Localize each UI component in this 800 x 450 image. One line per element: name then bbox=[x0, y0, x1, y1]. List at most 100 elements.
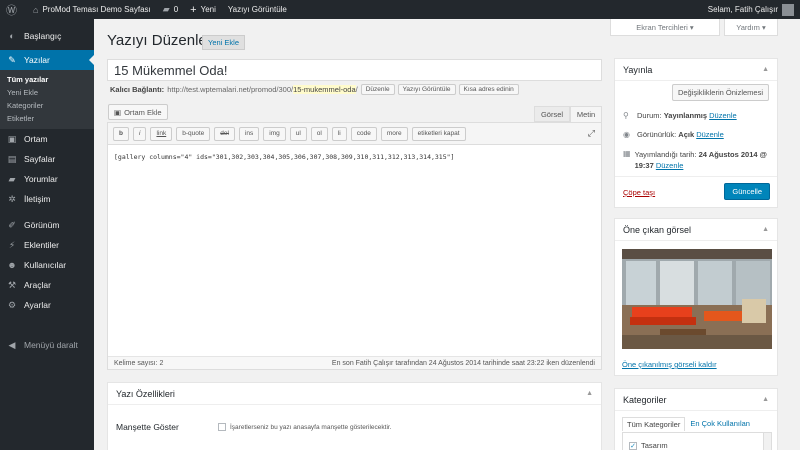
headline-checkbox[interactable] bbox=[218, 423, 226, 431]
add-new-button[interactable]: Yeni Ekle bbox=[202, 35, 245, 50]
menu-item-media[interactable]: ▣ Ortam bbox=[0, 129, 94, 149]
menu-item-comments[interactable]: ▰ Yorumlar bbox=[0, 169, 94, 189]
featured-image-title: Öne çıkan görsel bbox=[623, 224, 692, 235]
submenu-all-posts[interactable]: Tüm yazılar bbox=[0, 73, 94, 86]
move-to-trash-link[interactable]: Çöpe taşı bbox=[623, 188, 655, 197]
menu-item-contact[interactable]: ✲ İletişim bbox=[0, 189, 94, 209]
menu-label: Görünüm bbox=[24, 220, 60, 230]
editor-status-bar: Kelime sayısı: 2 En son Fatih Çalışır ta… bbox=[108, 356, 601, 369]
permalink-row: Kalıcı Bağlantı: http://test.wptemalari.… bbox=[110, 84, 519, 95]
qt-ol-button[interactable]: ol bbox=[310, 126, 328, 141]
menu-label: Başlangıç bbox=[24, 31, 62, 41]
menu-label: Menüyü daralt bbox=[24, 340, 78, 350]
qt-bold-button[interactable]: b bbox=[113, 126, 129, 141]
menu-label: Sayfalar bbox=[24, 154, 56, 164]
tab-most-used[interactable]: En Çok Kullanılan bbox=[685, 417, 755, 431]
collapse-menu-button[interactable]: ◀ Menüyü daralt bbox=[0, 335, 94, 355]
qt-blockquote-button[interactable]: b-quote bbox=[176, 126, 211, 141]
tab-text[interactable]: Metin bbox=[570, 106, 602, 122]
qt-more-button[interactable]: more bbox=[380, 126, 408, 141]
status-value: Yayınlanmış bbox=[663, 111, 708, 120]
menu-item-appearance[interactable]: ✐ Görünüm bbox=[0, 215, 94, 235]
categories-scrollbar[interactable] bbox=[763, 433, 771, 450]
post-properties-box: Yazı Özellikleri ▲ Manşette Göster İşare… bbox=[107, 382, 602, 450]
help-label: Yardım ▾ bbox=[736, 22, 766, 32]
comment-icon: ▰ bbox=[162, 4, 170, 14]
menu-item-settings[interactable]: ⚙ Ayarlar bbox=[0, 295, 94, 315]
menu-label: Eklentiler bbox=[24, 240, 59, 250]
categories-header[interactable]: Kategoriler ▲ bbox=[615, 389, 777, 411]
permalink-slug[interactable]: 15-mukemmel-oda bbox=[293, 85, 356, 94]
menu-item-users[interactable]: ☻ Kullanıcılar bbox=[0, 255, 94, 275]
menu-item-plugins[interactable]: ⚡ Eklentiler bbox=[0, 235, 94, 255]
qt-del-button[interactable]: del bbox=[214, 126, 235, 141]
toggle-icon[interactable]: ▲ bbox=[762, 226, 769, 233]
featured-image-box: Öne çıkan görsel ▲ Öne çıkanılmış görsel… bbox=[614, 218, 778, 376]
view-post-button[interactable]: Yazıyı Görüntüle bbox=[397, 84, 456, 95]
qt-li-button[interactable]: li bbox=[331, 126, 347, 141]
tab-all-categories[interactable]: Tüm Kategoriler bbox=[622, 417, 686, 431]
dashboard-icon: ◐ bbox=[9, 31, 15, 41]
new-content-link[interactable]: + Yeni bbox=[184, 0, 222, 19]
settings-icon: ⚙ bbox=[7, 299, 17, 310]
qt-close-tags-button[interactable]: etiketleri kapat bbox=[411, 126, 466, 141]
last-edited: En son Fatih Çalışır tarafından 24 Ağust… bbox=[331, 359, 595, 367]
collapse-icon: ◀ bbox=[8, 339, 16, 350]
screen-options-button[interactable]: Ekran Tercihleri ▾ bbox=[610, 19, 720, 36]
post-title-input[interactable]: 15 Mükemmel Oda! bbox=[107, 59, 602, 81]
comments-count: 0 bbox=[173, 5, 179, 14]
menu-label: Yorumlar bbox=[24, 174, 58, 184]
view-post-link[interactable]: Yazıyı Görüntüle bbox=[222, 0, 293, 19]
help-button[interactable]: Yardım ▾ bbox=[724, 19, 778, 36]
menu-item-posts[interactable]: ✎ Yazılar bbox=[0, 50, 94, 70]
edit-date-link[interactable]: Düzenle bbox=[656, 161, 684, 170]
tab-visual[interactable]: Görsel bbox=[534, 106, 570, 122]
featured-image-thumbnail[interactable] bbox=[622, 249, 772, 349]
visibility-value: Açık bbox=[678, 130, 695, 139]
qt-code-button[interactable]: code bbox=[350, 126, 377, 141]
toggle-icon[interactable]: ▲ bbox=[762, 66, 769, 73]
wordpress-logo-button[interactable]: Ⓦ bbox=[0, 0, 27, 19]
qt-italic-button[interactable]: i bbox=[132, 126, 147, 141]
menu-item-pages[interactable]: ▤ Sayfalar bbox=[0, 149, 94, 169]
submenu-add-new[interactable]: Yeni Ekle bbox=[0, 86, 94, 99]
qt-link-button[interactable]: link bbox=[150, 126, 173, 141]
edit-visibility-link[interactable]: Düzenle bbox=[696, 130, 724, 139]
submenu-categories[interactable]: Kategoriler bbox=[0, 99, 94, 112]
preview-changes-button[interactable]: Değişikliklerin Önizlemesi bbox=[671, 84, 769, 101]
site-name-link[interactable]: ⌂ ProMod Teması Demo Sayfası bbox=[27, 0, 157, 19]
pin-icon: ✎ bbox=[8, 54, 16, 65]
page-scrollbar[interactable] bbox=[792, 19, 800, 450]
update-label: Güncelle bbox=[732, 187, 762, 196]
permalink-label: Kalıcı Bağlantı: bbox=[110, 85, 165, 94]
add-media-button[interactable]: ▣ Ortam Ekle bbox=[108, 104, 168, 120]
featured-image-header[interactable]: Öne çıkan görsel ▲ bbox=[615, 219, 777, 241]
toggle-icon[interactable]: ▲ bbox=[762, 396, 769, 403]
edit-slug-button[interactable]: Düzenle bbox=[360, 84, 395, 95]
update-button[interactable]: Güncelle bbox=[724, 183, 770, 200]
permalink-base[interactable]: http://test.wptemalari.net/promod/300/ bbox=[167, 85, 293, 94]
fullscreen-icon[interactable]: ⤢ bbox=[588, 128, 595, 139]
shortlink-button[interactable]: Kısa adres edinin bbox=[458, 84, 519, 95]
categories-title: Kategoriler bbox=[623, 394, 667, 405]
posts-submenu: Tüm yazılar Yeni Ekle Kategoriler Etiket… bbox=[0, 70, 94, 129]
publish-header[interactable]: Yayınla ▲ bbox=[615, 59, 777, 81]
editor-textarea[interactable]: [gallery columns="4" ids="301,302,303,30… bbox=[108, 145, 601, 169]
menu-item-tools[interactable]: ⚒ Araçlar bbox=[0, 275, 94, 295]
qt-ins-button[interactable]: ins bbox=[238, 126, 260, 141]
submenu-tags[interactable]: Etiketler bbox=[0, 112, 94, 125]
toggle-icon[interactable]: ▲ bbox=[586, 390, 593, 397]
publish-title: Yayınla bbox=[623, 64, 653, 75]
menu-item-dashboard[interactable]: ◐ Başlangıç bbox=[0, 26, 94, 46]
plugin-icon: ⚡ bbox=[8, 239, 16, 250]
edit-status-link[interactable]: Düzenle bbox=[709, 111, 737, 120]
post-properties-header[interactable]: Yazı Özellikleri ▲ bbox=[108, 383, 601, 405]
category-checkbox[interactable]: ✓ bbox=[629, 441, 637, 450]
calendar-icon: ▦ bbox=[623, 149, 631, 158]
my-account-link[interactable]: Selam, Fatih Çalışır bbox=[702, 0, 800, 19]
status-label: Durum: bbox=[637, 111, 662, 120]
qt-ul-button[interactable]: ul bbox=[289, 126, 307, 141]
comments-link[interactable]: ▰ 0 bbox=[157, 0, 184, 19]
remove-featured-image-link[interactable]: Öne çıkanılmış görseli kaldır bbox=[622, 360, 717, 369]
qt-img-button[interactable]: img bbox=[263, 126, 286, 141]
